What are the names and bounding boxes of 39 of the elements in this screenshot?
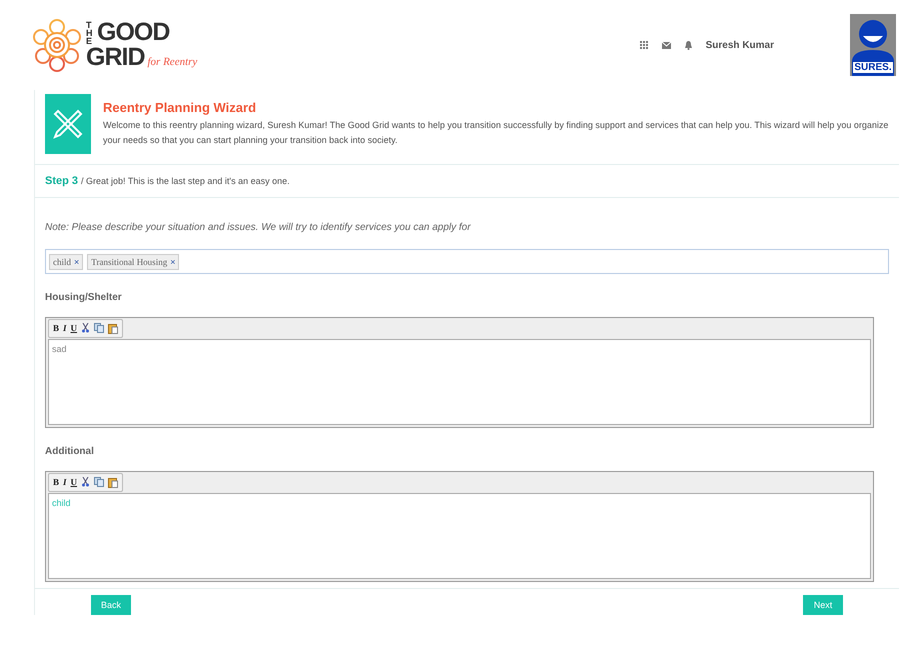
step-label: Step 3 (45, 175, 78, 187)
logo-text: GOOD (97, 20, 170, 45)
intro-text: Welcome to this reentry planning wizard, Suresh Kumar! The Good Grid wants to help you transition successfully by finding support and services that can help you. This wizard will help you organize your needs so that you can start planning your transition back into society. (103, 119, 889, 147)
format-button[interactable]: U (70, 323, 78, 333)
format-button[interactable]: B (53, 323, 60, 333)
paste-icon[interactable] (108, 322, 118, 334)
user-name[interactable]: Suresh Kumar (706, 40, 774, 50)
tag-label: Transitional Housing (91, 256, 168, 266)
format-button[interactable]: U (70, 477, 78, 487)
logo-text: GRID (86, 45, 144, 70)
editor-text-area[interactable]: sad (48, 339, 871, 425)
user-avatar[interactable]: SURES. (850, 14, 896, 76)
avatar-label: SURES. (852, 61, 894, 74)
grid-icon[interactable] (640, 41, 648, 49)
field-label: Housing/Shelter (45, 292, 123, 303)
field-label: Additional (45, 446, 95, 457)
pencil-ruler-icon (53, 109, 83, 139)
editor-text: child (52, 498, 71, 508)
note-text: Note: Please describe your situation and issues. We will try to identify services you can apply for (45, 222, 472, 233)
step-text: / Great job! This is the last step and it's an easy one. (81, 176, 290, 186)
logo-text: THE (86, 20, 94, 45)
tag-remove-button[interactable]: × (74, 256, 80, 266)
tag-label: child (53, 256, 71, 266)
paste-icon[interactable] (108, 476, 118, 488)
editor-text: sad (52, 344, 67, 354)
wizard-title: Reentry Planning Wizard (103, 100, 258, 115)
cut-icon[interactable] (81, 477, 90, 487)
format-button[interactable]: I (63, 323, 67, 333)
bell-icon[interactable] (684, 40, 692, 50)
tag-remove-button[interactable]: × (170, 256, 176, 266)
format-button[interactable]: I (63, 477, 67, 487)
mail-icon[interactable] (662, 42, 671, 48)
cut-icon[interactable] (81, 323, 90, 333)
tag-input-field[interactable]: child × Transitional Housing × (45, 249, 889, 274)
copy-icon[interactable] (94, 477, 104, 487)
flower-logo-icon (32, 18, 82, 72)
format-button[interactable]: B (53, 477, 60, 487)
copy-icon[interactable] (94, 323, 104, 333)
logo-tagline: for Reentry (148, 57, 198, 68)
